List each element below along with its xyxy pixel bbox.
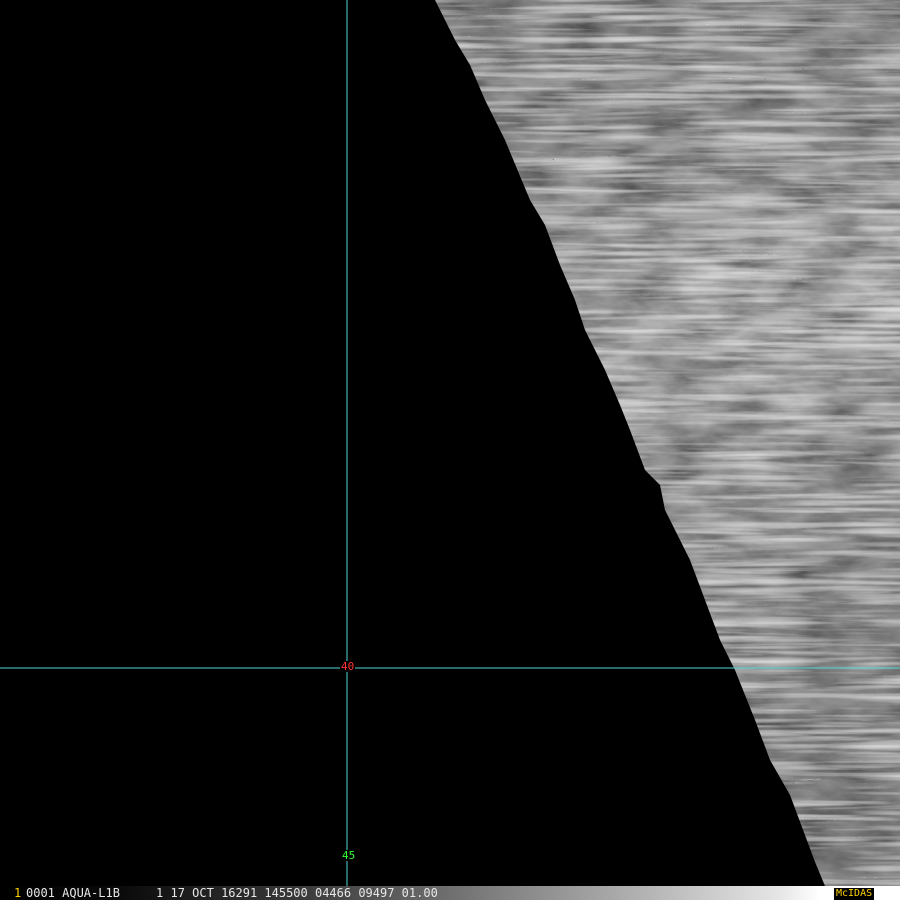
satellite-image-frame: 40 45 1 0001 AQUA-L1B 1 17 OCT 16291 145… — [0, 0, 900, 900]
latitude-label: 40 — [340, 660, 356, 673]
cloud-swath — [435, 0, 900, 886]
longitude-label: 45 — [341, 849, 357, 862]
image-header-bar: 1 0001 AQUA-L1B 1 17 OCT 16291 145500 04… — [0, 886, 900, 900]
mcidas-logo-text: McIDAS — [834, 888, 875, 900]
frame-number: 1 — [14, 886, 22, 900]
satellite-imagery — [0, 0, 900, 886]
satellite-header-text: 0001 AQUA-L1B 1 17 OCT 16291 145500 0446… — [26, 886, 438, 900]
